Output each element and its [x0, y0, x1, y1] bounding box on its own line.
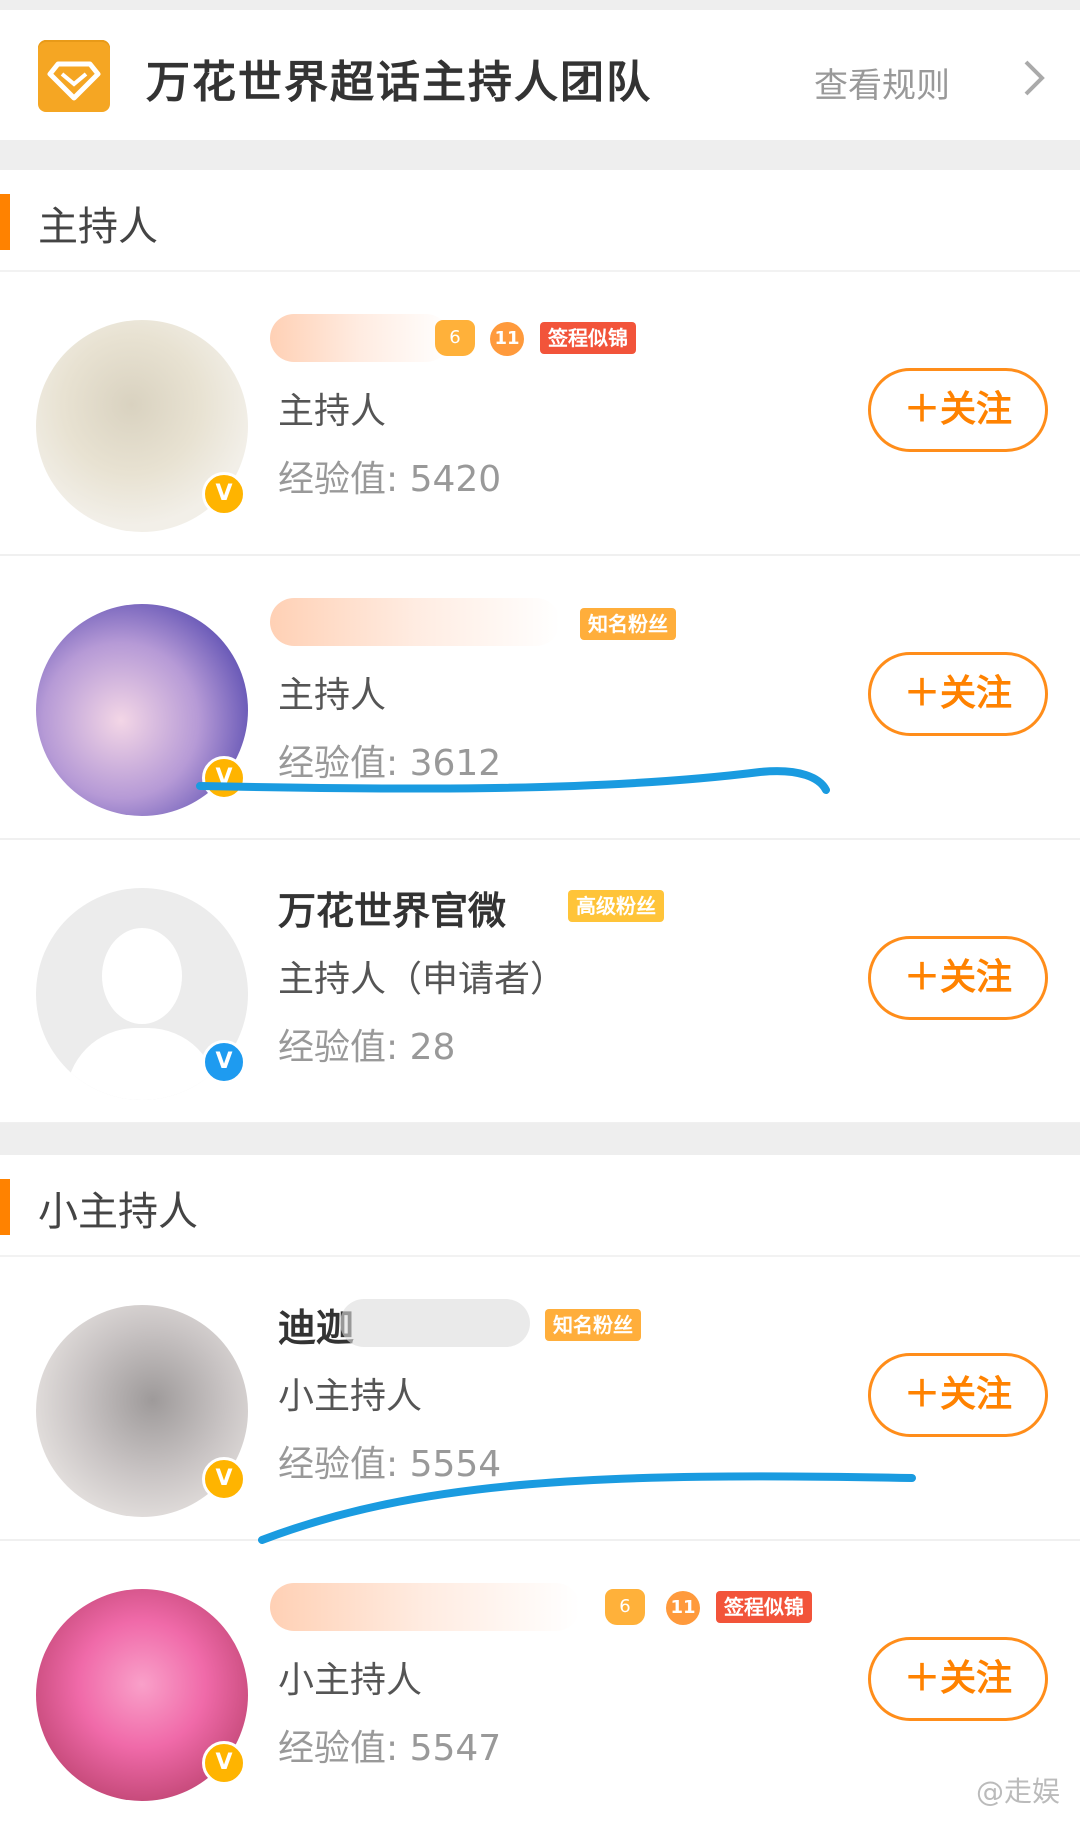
section-title: 主持人 [38, 204, 158, 250]
fan-tag: 签程似锦 [540, 322, 636, 354]
blurred-username [270, 598, 560, 646]
section-header-hosts: 主持人 [0, 170, 1080, 272]
section-divider [0, 140, 1080, 170]
list-item[interactable]: V 6 11 签程似锦 主持人 经验值: 5420 ＋关注 [0, 272, 1080, 556]
member-experience: 经验值: 5554 [278, 1444, 502, 1485]
page-title: 万花世界超话主持人团队 [146, 57, 652, 108]
member-name[interactable]: 万花世界官微 [278, 880, 506, 935]
list-item[interactable]: V 迪迦 知名粉丝 小主持人 经验值: 5554 ＋关注 [0, 1257, 1080, 1541]
section-accent-bar [0, 194, 10, 250]
verified-badge-icon: V [202, 1040, 246, 1084]
follow-button[interactable]: ＋关注 [868, 1353, 1048, 1437]
top-strip [0, 0, 1080, 10]
follow-button[interactable]: ＋关注 [868, 936, 1048, 1020]
chevron-right-icon[interactable] [1010, 54, 1058, 102]
verified-badge-icon: V [202, 472, 246, 516]
member-experience: 经验值: 28 [278, 1027, 456, 1068]
list-item[interactable]: V 知名粉丝 主持人 经验值: 3612 ＋关注 [0, 556, 1080, 840]
blurred-username [270, 1583, 580, 1631]
view-rules-link[interactable]: 查看规则 [814, 58, 950, 107]
verified-badge-icon: V [202, 1741, 246, 1785]
follow-button[interactable]: ＋关注 [868, 1637, 1048, 1721]
section-header-junior-hosts: 小主持人 [0, 1155, 1080, 1257]
follow-button[interactable]: ＋关注 [868, 652, 1048, 736]
header: 万花世界超话主持人团队 查看规则 [0, 10, 1080, 140]
section-title: 小主持人 [38, 1189, 198, 1235]
member-role: 小主持人 [278, 1660, 423, 1701]
crown-icon: 6 [605, 1589, 645, 1625]
list-item[interactable]: V 6 11 签程似锦 小主持人 经验值: 5547 ＋关注 [0, 1541, 1080, 1823]
follow-button[interactable]: ＋关注 [868, 368, 1048, 452]
watermark: @走娱 [975, 1775, 1060, 1808]
member-role: 主持人 [278, 391, 387, 432]
verified-badge-icon: V [202, 1457, 246, 1501]
diamond-icon [38, 40, 110, 112]
member-experience: 经验值: 3612 [278, 743, 502, 784]
member-experience: 经验值: 5547 [278, 1728, 502, 1769]
verified-badge-icon: V [202, 756, 246, 800]
fan-tag: 知名粉丝 [580, 608, 676, 640]
fan-tag: 高级粉丝 [568, 890, 664, 922]
member-role: 小主持人 [278, 1376, 423, 1417]
blurred-username [340, 1299, 530, 1347]
fan-tag: 知名粉丝 [545, 1309, 641, 1341]
gem-level-icon: 11 [666, 1591, 700, 1625]
gem-level-icon: 11 [490, 322, 524, 356]
section-divider [0, 1123, 1080, 1155]
member-role: 主持人 [278, 675, 387, 716]
list-item[interactable]: V 万花世界官微 高级粉丝 主持人（申请者） 经验值: 28 ＋关注 [0, 840, 1080, 1124]
crown-icon: 6 [435, 320, 475, 356]
section-accent-bar [0, 1179, 10, 1235]
blurred-username [270, 314, 450, 362]
member-experience: 经验值: 5420 [278, 459, 502, 500]
fan-tag: 签程似锦 [716, 1591, 812, 1623]
member-role: 主持人（申请者） [278, 959, 567, 1000]
